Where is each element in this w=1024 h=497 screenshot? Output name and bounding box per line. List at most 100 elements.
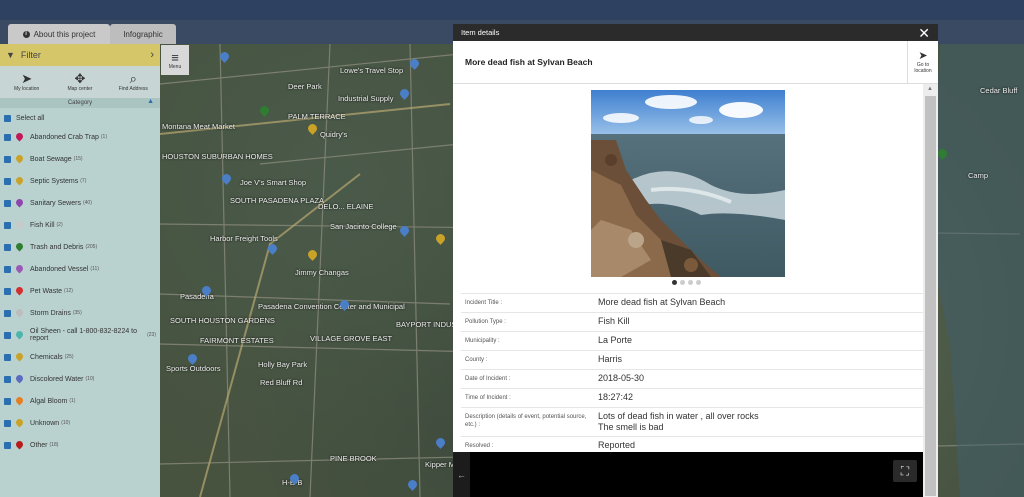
map-marker-icon[interactable]	[410, 59, 419, 71]
category-count: (18)	[49, 442, 59, 448]
carousel-dot[interactable]	[672, 280, 677, 285]
carousel-dot[interactable]	[696, 280, 701, 285]
item-title: More dead fish at Sylvan Beach	[465, 57, 593, 67]
category-count: (1)	[100, 134, 108, 140]
detail-row: Municipality : La Porte	[461, 331, 923, 350]
category-count: (11)	[90, 266, 99, 272]
map-marker-icon[interactable]	[938, 149, 947, 161]
checkbox[interactable]	[4, 114, 11, 122]
scroll-up-icon[interactable]: ▲	[927, 86, 933, 92]
category-item[interactable]: Oil Sheen - call 1-800-832-8224 to repor…	[0, 324, 160, 346]
category-item[interactable]: Abandoned Crab Trap (1)	[0, 126, 160, 148]
find-address-button[interactable]: ⌕ Find Address	[107, 66, 160, 98]
info-icon: i	[22, 30, 30, 38]
map-marker-icon[interactable]	[340, 300, 349, 312]
category-item[interactable]: Sanitary Sewers (40)	[0, 192, 160, 214]
chevron-up-icon[interactable]: ▲	[147, 98, 154, 105]
map-marker-icon[interactable]	[290, 474, 299, 486]
category-marker-icon	[16, 243, 23, 252]
category-marker-icon	[16, 397, 23, 406]
modal-scrollbar[interactable]: ▲	[923, 84, 938, 497]
map-marker-icon[interactable]	[202, 286, 211, 298]
checkbox[interactable]	[4, 309, 11, 317]
map-marker-icon[interactable]	[400, 226, 409, 238]
tool-label: Find Address	[118, 86, 148, 92]
chevron-right-icon[interactable]: ›	[150, 49, 154, 61]
tab-infographic[interactable]: Infographic	[110, 24, 176, 44]
category-item[interactable]: Trash and Debris (205)	[0, 236, 160, 258]
my-location-button[interactable]: ➤ My location	[0, 66, 53, 98]
checkbox[interactable]	[4, 419, 11, 427]
map-marker-icon[interactable]	[408, 480, 417, 492]
tab-label: About this project	[33, 29, 96, 39]
detail-row: Date of Incident : 2018-05-30	[461, 369, 923, 388]
checkbox[interactable]	[4, 331, 11, 339]
category-item[interactable]: Chemicals (25)	[0, 346, 160, 368]
map-center-button[interactable]: ✥ Map center	[53, 66, 106, 98]
category-count: (1)	[69, 398, 76, 404]
map-marker-icon[interactable]	[308, 124, 317, 136]
category-item[interactable]: Septic Systems (7)	[0, 170, 160, 192]
checkbox[interactable]	[4, 155, 11, 163]
category-count: (7)	[80, 178, 87, 184]
map-marker-icon[interactable]	[260, 106, 269, 118]
map-marker-icon[interactable]	[436, 438, 445, 450]
fullscreen-icon[interactable]: ⛶	[893, 460, 917, 482]
tab-about-project[interactable]: i About this project	[8, 24, 110, 44]
category-label: Boat Sewage	[30, 155, 72, 163]
modal-title-bar: More dead fish at Sylvan Beach ➤ Go to l…	[453, 41, 938, 84]
category-marker-icon	[16, 309, 23, 318]
category-marker-icon	[16, 419, 23, 428]
modal-body[interactable]: Incident Title : More dead fish at Sylvan…	[453, 84, 923, 454]
map-marker-icon[interactable]	[308, 250, 317, 262]
checkbox[interactable]	[4, 177, 11, 185]
category-item[interactable]: Other (18)	[0, 434, 160, 456]
carousel-dot[interactable]	[688, 280, 693, 285]
filter-bar[interactable]: ▼ Filter ›	[0, 44, 160, 66]
modal-header-title: Item details	[461, 28, 500, 37]
category-item[interactable]: Discolored Water (10)	[0, 368, 160, 390]
category-item[interactable]: Fish Kill (2)	[0, 214, 160, 236]
filter-icon: ▼	[6, 50, 15, 60]
map-marker-icon[interactable]	[220, 52, 229, 64]
checkbox[interactable]	[4, 287, 11, 295]
map-label: Montana Meat Market	[162, 122, 235, 131]
incident-photo[interactable]	[591, 90, 785, 277]
scrollbar-thumb[interactable]	[925, 96, 936, 496]
category-item[interactable]: Abandoned Vessel (11)	[0, 258, 160, 280]
select-all-item[interactable]: Select all	[0, 110, 160, 126]
close-icon[interactable]: ✕	[918, 26, 930, 40]
checkbox[interactable]	[4, 441, 11, 449]
hamburger-icon: ≡	[171, 49, 179, 65]
search-icon: ⌕	[129, 71, 137, 86]
map-label: Cedar Bluff	[980, 86, 1018, 95]
category-item[interactable]: Storm Drains (35)	[0, 302, 160, 324]
map-marker-icon[interactable]	[436, 234, 445, 246]
checkbox[interactable]	[4, 199, 11, 207]
menu-button[interactable]: ≡ Menu	[161, 45, 189, 75]
detail-label: Incident Title :	[465, 300, 503, 306]
go-to-location-button[interactable]: ➤ Go to location	[907, 41, 938, 84]
checkbox[interactable]	[4, 243, 11, 251]
navigation-arrow-icon: ➤	[918, 50, 928, 62]
checkbox[interactable]	[4, 133, 11, 141]
category-header[interactable]: Category ▲	[0, 98, 160, 108]
checkbox[interactable]	[4, 397, 11, 405]
back-arrow-icon[interactable]: ←	[453, 452, 470, 497]
checkbox[interactable]	[4, 221, 11, 229]
map-marker-icon[interactable]	[222, 174, 231, 186]
modal-header: Item details ✕	[453, 24, 938, 41]
carousel-dot[interactable]	[680, 280, 685, 285]
item-details-modal: Item details ✕ More dead fish at Sylvan …	[453, 24, 938, 497]
map-marker-icon[interactable]	[188, 354, 197, 366]
checkbox[interactable]	[4, 353, 11, 361]
map-marker-icon[interactable]	[400, 89, 409, 101]
category-item[interactable]: Algal Bloom (1)	[0, 390, 160, 412]
map-marker-icon[interactable]	[268, 244, 277, 256]
category-marker-icon	[16, 287, 23, 296]
checkbox[interactable]	[4, 375, 11, 383]
checkbox[interactable]	[4, 265, 11, 273]
category-item[interactable]: Boat Sewage (15)	[0, 148, 160, 170]
category-item[interactable]: Unknown (10)	[0, 412, 160, 434]
category-item[interactable]: Pet Waste (12)	[0, 280, 160, 302]
